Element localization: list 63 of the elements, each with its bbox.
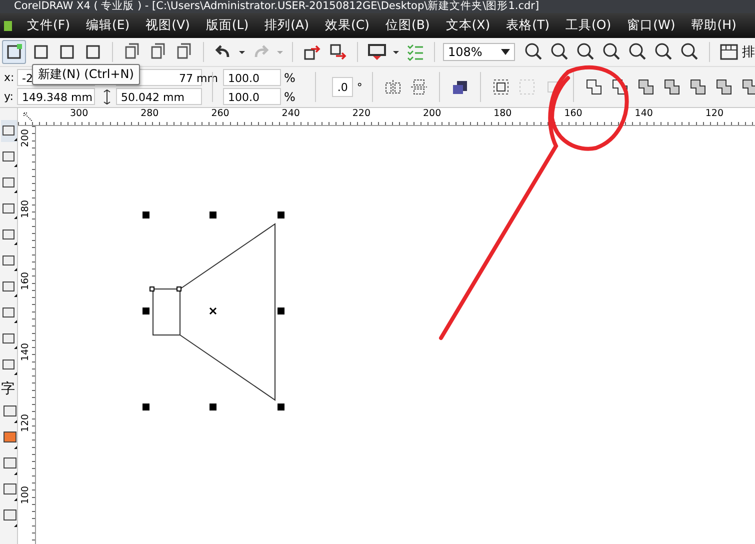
menu-item[interactable]: 排列(A)	[258, 15, 316, 36]
ruler-label: 120	[20, 413, 32, 434]
ruler-label: 140	[20, 342, 32, 363]
menu-item[interactable]: 表格(T)	[499, 15, 556, 36]
menu-item[interactable]: 视图(V)	[138, 15, 197, 36]
menu-item[interactable]: 文本(X)	[438, 15, 498, 36]
height-icon	[101, 88, 113, 104]
toolbar-label: 排	[742, 44, 755, 61]
ruler-label: 140	[634, 108, 653, 120]
ruler-label: 280	[140, 108, 159, 120]
selection-handle[interactable]	[278, 308, 284, 314]
tooltip: 新建(N) (Ctrl+N)	[32, 64, 140, 85]
mirror-horizontal-icon[interactable]	[383, 77, 404, 97]
ruler-label: 120	[705, 108, 724, 120]
ruler-label: 160	[20, 270, 32, 292]
ruler-label: 300	[70, 108, 88, 120]
y-position-field[interactable]: 149.348 mm	[17, 88, 95, 105]
menu-item[interactable]: 窗口(W)	[620, 15, 682, 36]
ruler-label: 200	[20, 128, 32, 149]
selection-handle[interactable]	[210, 212, 216, 218]
ruler-label: 160	[564, 108, 582, 120]
selection-handle[interactable]	[142, 308, 150, 314]
mirror-vertical-icon[interactable]	[409, 77, 430, 97]
degree-label: °	[356, 80, 362, 94]
percent-label: %	[284, 90, 296, 104]
ruler-label: 200	[423, 108, 442, 120]
ruler-label: 180	[20, 199, 32, 220]
menu-item[interactable]: 版面(L)	[198, 15, 256, 36]
ruler-label: 220	[352, 108, 371, 120]
percent-label: %	[284, 70, 296, 84]
application-launcher-icon[interactable]	[366, 41, 388, 63]
ruler-label: 100	[20, 484, 32, 506]
caret-icon	[501, 49, 510, 55]
zoom-level-dropdown[interactable]: 108%	[443, 43, 515, 61]
menu-item[interactable]: 文件(F)	[20, 15, 77, 36]
node-handle[interactable]	[176, 286, 182, 292]
selection-handle[interactable]	[278, 404, 284, 410]
center-cross-icon	[209, 307, 217, 315]
height-field[interactable]: 50.042 mm	[116, 88, 202, 105]
selection-handle[interactable]	[142, 404, 150, 410]
scale-x-field[interactable]: 100.0	[223, 69, 281, 86]
text-tool[interactable]: 字	[1, 380, 17, 398]
trapezoid-shape[interactable]	[180, 223, 276, 401]
rotation-angle-field[interactable]: .0	[332, 77, 353, 97]
y-label: y:	[4, 90, 14, 103]
selection-handle[interactable]	[142, 212, 150, 218]
ruler-label: 180	[494, 108, 512, 120]
scale-y-field[interactable]: 100.0	[223, 88, 281, 105]
menu-item[interactable]: 效果(C)	[318, 15, 376, 36]
selection-handle[interactable]	[210, 404, 216, 410]
node-handle[interactable]	[150, 286, 154, 292]
new-document-icon[interactable]	[2, 40, 26, 64]
menu-item[interactable]: 编辑(E)	[78, 15, 137, 36]
ruler-label: 260	[211, 108, 230, 120]
app-icon	[4, 18, 12, 32]
menu-item[interactable]: 位图(B)	[378, 15, 437, 36]
ruler-label: 240	[282, 108, 300, 120]
rectangle-shape[interactable]	[152, 288, 180, 336]
window-title: CorelDRAW X4 ( 专业版 ) - [C:\Users\Administrator.USER-20150812GE\Desktop\新建文件夹\图形1.cdr]	[14, 0, 540, 13]
menu-item[interactable]: 帮助(H)	[684, 15, 744, 36]
menu-item[interactable]: 工具(O)	[558, 15, 618, 36]
selection-handle[interactable]	[278, 212, 284, 218]
x-label: x:	[4, 71, 14, 84]
